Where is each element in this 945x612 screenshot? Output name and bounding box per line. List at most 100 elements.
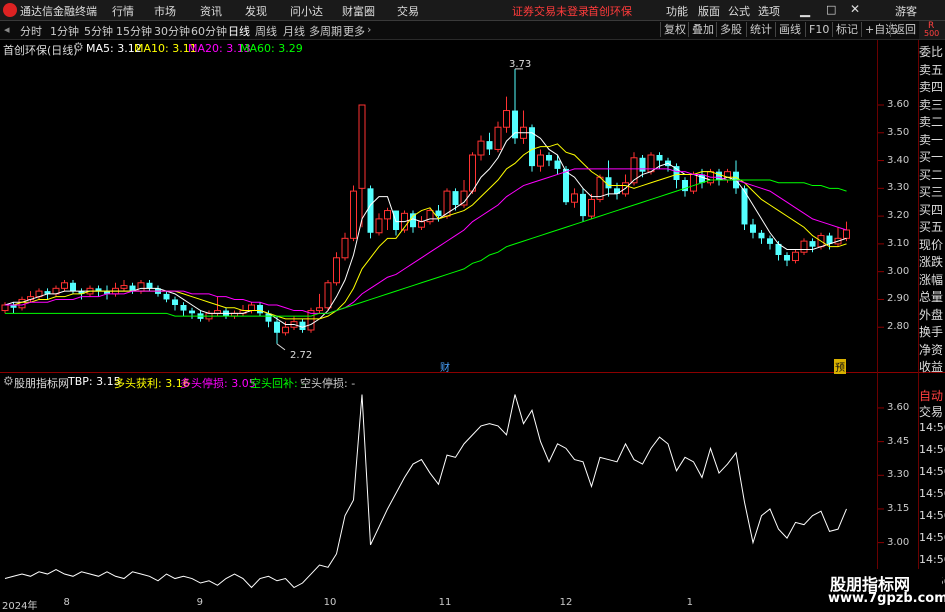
side-item[interactable]: 卖三 [919,96,945,113]
candle-body [384,210,391,220]
candle-body [163,293,170,300]
y-tick-sub: 3.45 [887,435,910,447]
candle-body [690,173,697,192]
ma-line-ma10 [5,143,847,320]
chart-canvas [1,68,884,589]
candle-body [282,326,289,334]
candle-body [70,282,76,292]
x-tick-label: 12 [559,597,573,608]
candle-body [1,304,9,312]
high-label: 3.73 [509,59,532,70]
candle-body [324,282,332,309]
candle-body [358,104,366,189]
side-item[interactable]: 收益 [919,358,945,375]
y-tick-main: 2.80 [887,321,910,333]
side-item[interactable]: 涨跌 [919,253,945,270]
side-auto[interactable]: 自动 [919,387,945,404]
candle-body [375,218,383,234]
side-item[interactable]: 买四 [919,201,945,218]
trade-time: 14:56 [919,487,945,500]
x-tick-label: 8 [63,597,70,608]
y-tick-main: 3.00 [887,265,910,277]
candle-body [333,257,340,284]
side-item[interactable]: 涨幅 [919,271,945,288]
watermark: 股朋指标网 www.7gpzb.com [822,569,945,609]
candle-body [639,157,646,172]
candle-body [494,126,502,150]
candle-body [180,305,187,311]
candle-body [605,177,612,189]
candle-body [248,304,255,312]
side-item[interactable]: 卖五 [919,61,945,78]
candle-body [767,238,773,244]
candle-body [580,193,586,217]
side-item[interactable]: 净资 [919,341,945,358]
candle-body [172,299,178,305]
side-item[interactable]: 换手 [919,323,945,340]
candle-body [18,298,26,309]
side-trade[interactable]: 交易 [919,403,945,420]
y-tick-main: 3.10 [887,237,910,249]
side-item[interactable]: 买五 [919,218,945,235]
candle-body [724,171,731,181]
candle-body [554,160,561,169]
yu-marker[interactable]: 预 [834,359,846,374]
y-tick-main: 3.50 [887,126,910,138]
ma-line-ma5 [4,132,847,328]
y-tick-sub: 3.00 [887,536,910,548]
candle-body [716,171,722,180]
trade-time: 14:56 [919,465,945,478]
candle-body [843,229,850,239]
side-item[interactable]: 委比 [919,43,945,60]
side-item[interactable]: 买一 [919,148,945,165]
x-tick-label: 1 [686,597,694,608]
cai-marker[interactable]: 财 [440,359,450,374]
y-tick-main: 3.60 [887,99,910,110]
side-item[interactable]: 买三 [919,183,945,200]
candle-body [367,188,374,233]
candle-body [826,235,833,244]
candle-body [571,193,578,203]
candle-body [274,321,280,333]
ma-line-ma60 [5,179,847,317]
side-item[interactable]: 现价 [919,236,945,253]
candle-body [120,285,128,289]
candle-body [656,155,663,161]
candle-body [410,213,416,228]
y-tick-sub: 3.60 [887,401,910,413]
candle-body [486,141,493,150]
candle-body [316,307,323,312]
y-tick-main: 3.40 [887,154,910,166]
low-pointer [276,343,286,351]
candle-body [546,155,552,161]
candle-body [477,140,485,156]
candle-body [435,210,442,217]
candle-body [792,251,799,262]
y-tick-sub: 3.15 [887,502,910,514]
side-item[interactable]: 买二 [919,166,945,183]
y-tick-sub: 3.30 [887,469,910,481]
side-item[interactable]: 卖二 [919,113,945,130]
candle-body [503,110,510,128]
candle-body [673,166,680,180]
candle-body [61,282,68,289]
candle-body [809,241,816,247]
side-item[interactable]: 卖一 [919,131,945,148]
side-item[interactable]: 外盘 [919,306,945,323]
candle-body [257,305,263,314]
candles-group [1,68,850,344]
candle-body [750,224,756,233]
candle-body [299,321,306,330]
sub-lines-group [4,394,847,589]
side-item[interactable]: 总量 [919,288,945,305]
x-tick-label: 10 [323,597,337,608]
candle-body [784,255,790,261]
side-item[interactable]: 卖四 [919,78,945,95]
y-tick-main: 3.20 [887,210,910,222]
trade-time: 14:56 [919,509,945,522]
candle-body [699,174,705,183]
x-tick-label: 11 [438,597,452,608]
candle-body [341,237,349,259]
candle-body [137,282,145,292]
candle-body [189,310,195,314]
